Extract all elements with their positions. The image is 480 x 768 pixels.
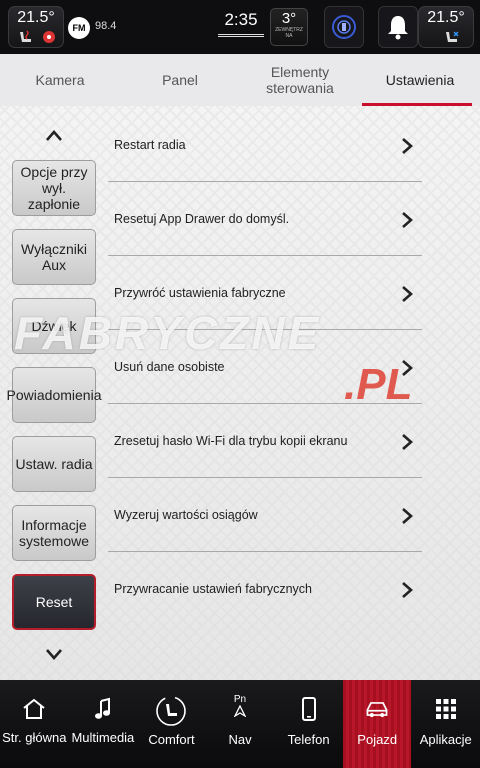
nav-str-glowna[interactable]: Str. główna xyxy=(0,680,69,768)
side-menu-ustaw-radia[interactable]: Ustaw. radia xyxy=(12,436,96,492)
nav-label: Comfort xyxy=(148,732,195,747)
chevron-right-icon xyxy=(402,138,413,154)
row-restart-radia[interactable]: Restart radia xyxy=(108,108,422,182)
chevron-right-icon xyxy=(402,434,413,450)
row-przywracanie-fabrycznych[interactable]: Przywracanie ustawień fabrycznych xyxy=(108,552,422,626)
side-menu-powiadomienia[interactable]: Powiadomienia xyxy=(7,367,101,423)
row-label: Usuń dane osobiste xyxy=(114,360,225,374)
cooled-seat-icon xyxy=(446,31,459,42)
navigation-icon: Pn xyxy=(227,692,253,718)
compass-heading: Pn xyxy=(233,693,247,705)
side-menu-opcje-zaplon[interactable]: Opcje przy wył. zapłonie xyxy=(12,160,96,216)
row-label: Wyzeruj wartości osiągów xyxy=(114,508,258,522)
notifications-button[interactable] xyxy=(378,6,418,48)
tab-ustawienia[interactable]: Ustawienia xyxy=(360,54,480,106)
chevron-right-icon xyxy=(402,286,413,302)
passenger-climate-button[interactable]: 21.5° xyxy=(418,6,474,48)
row-label: Resetuj App Drawer do domyśl. xyxy=(114,212,290,226)
side-menu-wylaczniki-aux[interactable]: Wyłączniki Aux xyxy=(12,229,96,285)
row-label: Zresetuj hasło Wi-Fi dla trybu kopii ekr… xyxy=(114,434,348,448)
comfort-icon xyxy=(154,694,188,728)
driver-assist-icon xyxy=(332,15,356,39)
home-icon xyxy=(21,696,47,722)
nav-label: Str. główna xyxy=(2,730,67,745)
music-note-icon xyxy=(90,696,116,722)
radio-frequency[interactable]: 98.4 xyxy=(95,20,116,32)
tab-kamera[interactable]: Kamera xyxy=(0,54,120,106)
row-label: Przywróć ustawienia fabryczne xyxy=(114,286,286,300)
fan-icon xyxy=(43,31,55,43)
chevron-right-icon xyxy=(402,508,413,524)
scroll-down-chevron-icon[interactable] xyxy=(44,644,64,664)
nav-telefon[interactable]: Telefon xyxy=(274,680,343,768)
outside-temperature: 3° ZEWNĘTRZ NA xyxy=(270,8,308,46)
bell-icon xyxy=(388,16,408,40)
nav-label: Nav xyxy=(228,732,252,747)
nav-label: Pojazd xyxy=(357,732,398,747)
car-icon xyxy=(364,696,390,722)
chevron-right-icon xyxy=(402,582,413,598)
outside-temp-label-2: NA xyxy=(285,33,293,39)
tab-bar: Kamera Panel Elementy sterowania Ustawie… xyxy=(0,54,480,106)
watermark-suffix: .PL xyxy=(344,360,413,409)
nav-label: Aplikacje xyxy=(419,732,472,747)
row-label: Przywracanie ustawień fabrycznych xyxy=(114,582,312,596)
nav-label: Telefon xyxy=(287,732,330,747)
settings-panel: Opcje przy wył. zapłonie Wyłączniki Aux … xyxy=(0,106,480,680)
nav-pojazd[interactable]: Pojazd xyxy=(342,680,412,768)
scroll-up-chevron-icon[interactable] xyxy=(44,126,64,146)
nav-label: Multimedia xyxy=(71,730,135,745)
clock: 2:35 xyxy=(224,10,258,29)
status-bar: 21.5° FM 98.4 2:35 3° ZEWNĘTRZ NA 21.5° xyxy=(0,0,480,54)
nav-multimedia[interactable]: Multimedia xyxy=(69,680,138,768)
row-resetuj-app-drawer[interactable]: Resetuj App Drawer do domyśl. xyxy=(108,182,422,256)
tab-panel[interactable]: Panel xyxy=(120,54,240,106)
clock-underline xyxy=(218,34,264,37)
side-menu-reset[interactable]: Reset xyxy=(12,574,96,630)
chevron-right-icon xyxy=(402,212,413,228)
nav-comfort[interactable]: Comfort xyxy=(137,680,206,768)
bottom-nav: Str. główna Multimedia Comfort Pn Nav Te… xyxy=(0,680,480,768)
row-zresetuj-haslo-wifi[interactable]: Zresetuj hasło Wi-Fi dla trybu kopii ekr… xyxy=(108,404,422,478)
row-label: Restart radia xyxy=(114,138,186,152)
driver-temp: 21.5° xyxy=(17,9,55,26)
nav-aplikacje[interactable]: Aplikacje xyxy=(411,680,480,768)
tab-elementy-sterowania[interactable]: Elementy sterowania xyxy=(240,54,360,106)
apps-grid-icon xyxy=(433,696,459,722)
heated-seat-icon xyxy=(20,30,31,42)
phone-icon xyxy=(296,696,322,722)
driver-climate-button[interactable]: 21.5° xyxy=(8,6,64,48)
watermark: FABRYCZNE xyxy=(14,307,322,359)
side-menu-informacje-systemowe[interactable]: Informacje systemowe xyxy=(12,505,96,561)
driver-assist-button[interactable] xyxy=(324,6,364,48)
radio-band-badge[interactable]: FM xyxy=(68,17,90,39)
outside-temp-value: 3° xyxy=(281,10,297,27)
nav-nav[interactable]: Pn Nav xyxy=(206,680,275,768)
passenger-temp: 21.5° xyxy=(427,9,465,26)
row-wyzeruj-osiagi[interactable]: Wyzeruj wartości osiągów xyxy=(108,478,422,552)
